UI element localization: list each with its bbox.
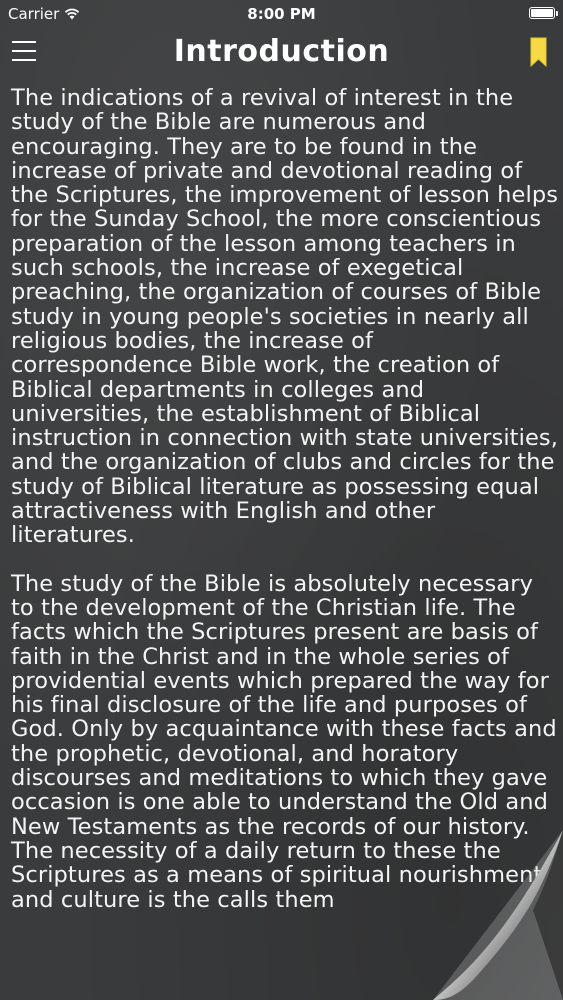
battery-icon <box>529 7 558 19</box>
navigation-bar: Introduction <box>0 28 563 78</box>
status-time: 8:00 PM <box>247 5 316 23</box>
paragraph-1: The indications of a revival of interest… <box>11 85 559 549</box>
bookmark-icon[interactable] <box>530 37 547 67</box>
reading-content: The indications of a revival of interest… <box>11 86 559 936</box>
page-curl-icon[interactable] <box>413 830 563 1000</box>
status-bar: Carrier 8:00 PM <box>0 0 563 28</box>
battery-fill <box>531 9 553 17</box>
page-title: Introduction <box>173 34 390 69</box>
